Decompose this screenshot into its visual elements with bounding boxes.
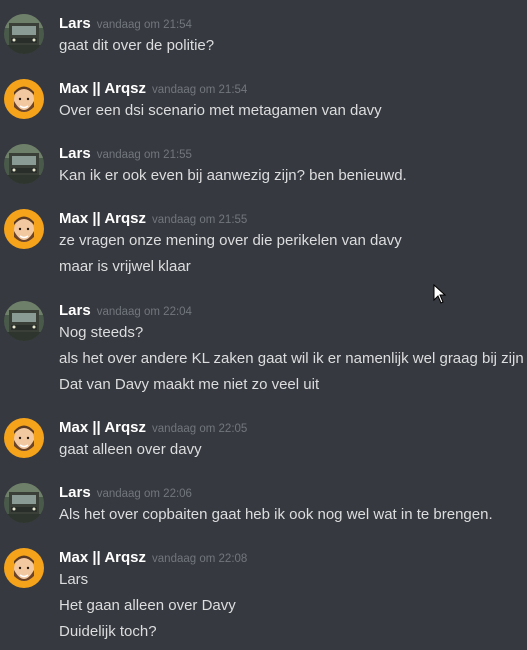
message-text: Als het over copbaiten gaat heb ik ook n…: [59, 506, 493, 523]
username[interactable]: Lars: [59, 484, 91, 501]
timestamp: vandaag om 21:54: [96, 19, 192, 31]
username[interactable]: Lars: [59, 15, 91, 32]
truck-avatar[interactable]: [4, 483, 44, 523]
message-text: Het gaan alleen over Davy: [59, 597, 236, 614]
message-text: Kan ik er ook even bij aanwezig zijn? be…: [59, 167, 407, 184]
message-header: Max || Arqsz vandaag om 22:08: [59, 548, 247, 568]
message-text: gaat alleen over davy: [59, 441, 202, 458]
chat-message-list: Lars vandaag om 21:54 gaat dit over de po…: [0, 0, 527, 650]
timestamp: vandaag om 21:55: [96, 149, 192, 161]
message-text: maar is vrijwel klaar: [59, 258, 191, 275]
message-text: ze vragen onze mening over die perikelen…: [59, 232, 402, 249]
username[interactable]: Lars: [59, 302, 91, 319]
bearded-man-avatar[interactable]: [4, 418, 44, 458]
username[interactable]: Max || Arqsz: [59, 419, 146, 436]
username[interactable]: Max || Arqsz: [59, 210, 146, 227]
message-header: Max || Arqsz vandaag om 22:05: [59, 418, 247, 438]
bearded-man-avatar[interactable]: [4, 209, 44, 249]
timestamp: vandaag om 22:06: [96, 488, 192, 500]
message-text: Lars: [59, 571, 89, 588]
message-header: Max || Arqsz vandaag om 21:54: [59, 79, 247, 99]
message-text: gaat dit over de politie?: [59, 37, 215, 54]
timestamp: vandaag om 22:08: [152, 553, 248, 565]
bearded-man-avatar[interactable]: [4, 79, 44, 119]
message-header: Lars vandaag om 22:04: [59, 301, 192, 321]
message-text: Over een dsi scenario met metagamen van …: [59, 102, 382, 119]
message-text: Nog steeds?: [59, 324, 144, 341]
username[interactable]: Max || Arqsz: [59, 80, 146, 97]
message-text: als het over andere KL zaken gaat wil ik…: [59, 350, 524, 367]
truck-avatar[interactable]: [4, 144, 44, 184]
message-text: Dat van Davy maakt me niet zo veel uit: [59, 376, 320, 393]
truck-avatar[interactable]: [4, 301, 44, 341]
mouse-cursor-icon: [433, 283, 447, 304]
timestamp: vandaag om 21:55: [152, 214, 248, 226]
truck-avatar[interactable]: [4, 14, 44, 54]
username[interactable]: Lars: [59, 145, 91, 162]
message-header: Lars vandaag om 21:55: [59, 144, 192, 164]
timestamp: vandaag om 21:54: [152, 84, 248, 96]
message-header: Max || Arqsz vandaag om 21:55: [59, 209, 247, 229]
timestamp: vandaag om 22:05: [152, 423, 248, 435]
timestamp: vandaag om 22:04: [96, 306, 192, 318]
bearded-man-avatar[interactable]: [4, 548, 44, 588]
message-header: Lars vandaag om 21:54: [59, 14, 192, 34]
message-header: Lars vandaag om 22:06: [59, 483, 192, 503]
username[interactable]: Max || Arqsz: [59, 549, 146, 566]
message-text: Duidelijk toch?: [59, 623, 157, 640]
